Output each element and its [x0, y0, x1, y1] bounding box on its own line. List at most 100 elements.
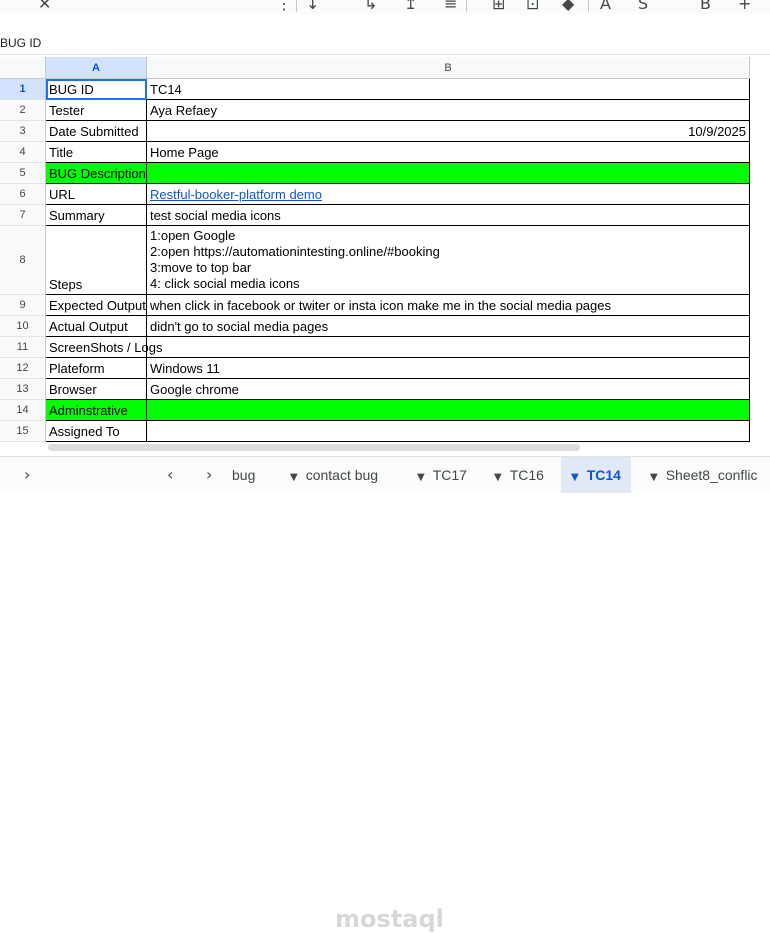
- fill-color-icon[interactable]: ◆: [562, 0, 574, 13]
- column-header-b[interactable]: B: [147, 57, 750, 79]
- row-header[interactable]: 12: [0, 358, 46, 379]
- cell-b[interactable]: [147, 163, 750, 184]
- step-line: 4: click social media icons: [150, 276, 300, 291]
- horizontal-scrollbar[interactable]: [48, 444, 580, 451]
- cell-a[interactable]: Summary: [46, 205, 147, 226]
- cell-a[interactable]: Tester: [46, 100, 147, 121]
- cell-b[interactable]: test social media icons: [147, 205, 750, 226]
- strikethrough-icon[interactable]: S: [638, 0, 648, 13]
- cell-b[interactable]: 10/9/2025: [147, 121, 750, 142]
- cell-label: Expected Output: [49, 298, 146, 313]
- cell-value: Google chrome: [150, 382, 239, 397]
- cell-a[interactable]: Actual Output: [46, 316, 147, 337]
- tab-tc14[interactable]: ▼ TC14: [561, 457, 631, 493]
- cell-b[interactable]: [147, 337, 750, 358]
- cell-b[interactable]: when click in facebook or twiter or inst…: [147, 295, 750, 316]
- row-header[interactable]: 1: [0, 79, 46, 100]
- chevron-down-icon: ▼: [417, 472, 425, 483]
- row-header[interactable]: 5: [0, 163, 46, 184]
- chevron-down-icon: ▼: [571, 472, 579, 483]
- cell-label: Browser: [49, 382, 97, 397]
- cell-label: Tester: [49, 103, 85, 118]
- cell-a[interactable]: BUG Description: [46, 163, 147, 184]
- cell-b[interactable]: [147, 421, 750, 442]
- cell-a[interactable]: Steps: [46, 226, 147, 295]
- row-header[interactable]: 14: [0, 400, 46, 421]
- sheet-tab-bar: mostaql › ‹ › bug ▼ contact bug ▼ TC17 ▼ TC…: [0, 456, 770, 933]
- toolbar-divider: [588, 0, 589, 12]
- cell-b[interactable]: [147, 400, 750, 421]
- scroll-tabs-left-icon[interactable]: ‹: [167, 457, 173, 493]
- formula-bar: BUG ID: [0, 30, 770, 55]
- name-box[interactable]: BUG ID: [0, 36, 41, 50]
- cell-label: Title: [49, 145, 74, 160]
- cell-b[interactable]: Home Page: [147, 142, 750, 163]
- step-line: 3:move to top bar: [150, 260, 252, 275]
- cell-b[interactable]: Aya Refaey: [147, 100, 750, 121]
- cell-a[interactable]: URL: [46, 184, 147, 205]
- row-header[interactable]: 10: [0, 316, 46, 337]
- cell-label: Steps: [49, 277, 83, 292]
- merge-cells-icon[interactable]: ⊞: [492, 0, 505, 13]
- expand-sheets-icon[interactable]: ›: [24, 457, 30, 493]
- row-header[interactable]: 9: [0, 295, 46, 316]
- chevron-down-icon: ▼: [494, 472, 502, 483]
- column-header-a[interactable]: A: [46, 57, 147, 79]
- tab-tc17[interactable]: ▼ TC17: [417, 457, 467, 493]
- row-header[interactable]: 3: [0, 121, 46, 142]
- cell-b[interactable]: didn't go to social media pages: [147, 316, 750, 337]
- cell-value: Aya Refaey: [150, 103, 217, 118]
- url-link[interactable]: Restful-booker-platform demo: [150, 187, 322, 202]
- cell-label: ScreenShots / Logs: [49, 340, 163, 355]
- cell-a[interactable]: Assigned To: [46, 421, 147, 442]
- cell-a[interactable]: Adminstrative: [46, 400, 147, 421]
- watermark-logo: mostaql: [335, 905, 444, 933]
- row-header[interactable]: 2: [0, 100, 46, 121]
- text-rotation-icon[interactable]: ↥: [404, 0, 417, 13]
- row-header[interactable]: 11: [0, 337, 46, 358]
- cell-b[interactable]: Restful-booker-platform demo: [147, 184, 750, 205]
- cell-a[interactable]: Browser: [46, 379, 147, 400]
- tab-sheet8-conflict[interactable]: ▼ Sheet8_conflic: [650, 457, 758, 493]
- tab-tc16[interactable]: ▼ TC16: [494, 457, 544, 493]
- chevron-down-icon: ▼: [290, 472, 298, 483]
- cell-b[interactable]: TC14: [147, 79, 750, 100]
- formatting-toolbar: ✕ ⋮ ↧ ↳ ↥ ≡ ⊞ ⊡ ◆ A S B +: [0, 0, 770, 14]
- cell-label: Date Submitted: [49, 124, 139, 139]
- row-header[interactable]: 6: [0, 184, 46, 205]
- more-vert-icon[interactable]: ⋮: [276, 0, 292, 13]
- row-header[interactable]: 7: [0, 205, 46, 226]
- vertical-align-icon[interactable]: ↧: [306, 0, 319, 13]
- cell-a[interactable]: Expected Output: [46, 295, 147, 316]
- row-header[interactable]: 4: [0, 142, 46, 163]
- text-color-icon[interactable]: A: [600, 0, 611, 13]
- spreadsheet-grid: A B 1 BUG ID TC14 2 Tester Aya Refaey 3 Date Su…: [0, 57, 770, 442]
- close-icon[interactable]: ✕: [38, 0, 51, 13]
- toolbar-divider: [466, 0, 467, 12]
- cell-a[interactable]: Date Submitted: [46, 121, 147, 142]
- chevron-down-icon: ▼: [650, 472, 658, 483]
- cell-value: Home Page: [150, 145, 219, 160]
- horizontal-align-icon[interactable]: ≡: [444, 0, 457, 13]
- cell-a[interactable]: ScreenShots / Logs: [46, 337, 162, 358]
- toolbar-divider: [296, 0, 297, 12]
- cell-b[interactable]: Google chrome: [147, 379, 750, 400]
- bold-icon[interactable]: B: [700, 0, 711, 13]
- tab-contact-bug[interactable]: ▼ contact bug: [290, 457, 378, 493]
- cell-value: when click in facebook or twiter or inst…: [150, 298, 611, 313]
- row-header[interactable]: 15: [0, 421, 46, 442]
- row-header[interactable]: 13: [0, 379, 46, 400]
- cell-b[interactable]: 1:open Google 2:open https://automationin…: [147, 226, 750, 295]
- row-header[interactable]: 8: [0, 226, 46, 295]
- cell-a[interactable]: BUG ID: [46, 79, 147, 100]
- add-icon[interactable]: +: [738, 0, 751, 13]
- tab-bug[interactable]: bug: [232, 457, 255, 493]
- borders-icon[interactable]: ⊡: [526, 0, 539, 13]
- select-all-corner[interactable]: [0, 57, 46, 79]
- cell-b[interactable]: Windows 11: [147, 358, 750, 379]
- cell-a[interactable]: Plateform: [46, 358, 147, 379]
- text-wrap-icon[interactable]: ↳: [364, 0, 377, 13]
- scroll-tabs-right-icon[interactable]: ›: [206, 457, 212, 493]
- cell-a[interactable]: Title: [46, 142, 147, 163]
- cell-label: BUG Description: [49, 166, 146, 181]
